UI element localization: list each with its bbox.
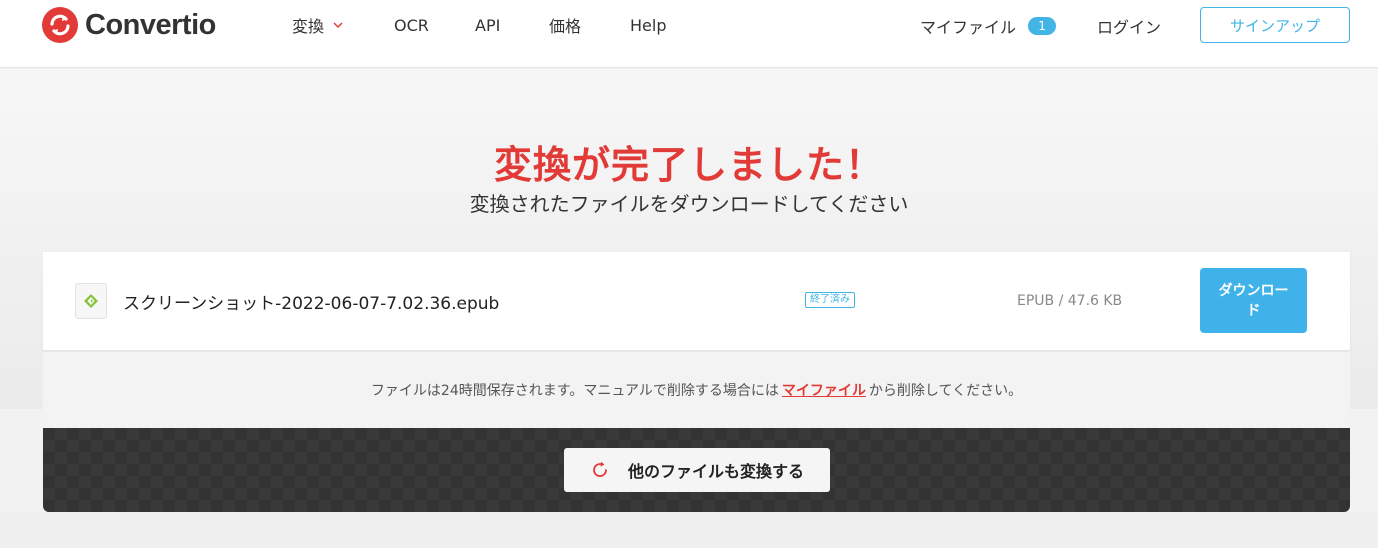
convert-more-button[interactable]: 他のファイルも変換する — [564, 448, 830, 492]
brand-name: Convertio — [85, 8, 216, 41]
nav-help[interactable]: Help — [630, 14, 666, 36]
page-title: 変換が完了しました！ — [493, 143, 884, 187]
convert-more-label: 他のファイルも変換する — [627, 462, 804, 481]
retention-notice: ファイルは24時間保存されます。マニュアルで削除する場合には マイファイル から… — [43, 352, 1350, 428]
status-badge: 終了済み — [805, 292, 855, 308]
top-navigation: Convertio 変換 OCR API 価格 Help マイファイル 1 ログ… — [0, 0, 1378, 68]
chevron-down-icon — [333, 22, 343, 29]
signup-button[interactable]: サインアップ — [1200, 7, 1350, 43]
epub-file-icon — [75, 283, 107, 319]
refresh-icon — [593, 461, 607, 477]
my-files-link[interactable]: マイファイル 1 — [920, 14, 1057, 38]
download-button[interactable]: ダウンロード — [1200, 268, 1307, 333]
nav-convert-label: 変換 — [292, 17, 325, 36]
nav-ocr[interactable]: OCR — [394, 14, 429, 36]
login-link[interactable]: ログイン — [1097, 14, 1161, 38]
page-bottom — [0, 512, 1378, 548]
nav-convert[interactable]: 変換 — [292, 14, 344, 36]
convert-more-panel: 他のファイルも変換する — [43, 428, 1350, 512]
convertio-logo-icon — [42, 7, 78, 43]
page-subtitle: 変換されたファイルをダウンロードしてください — [469, 192, 909, 216]
notice-text-after: から削除してください。 — [868, 383, 1023, 399]
file-meta: EPUB / 47.6 KB — [1017, 293, 1123, 309]
file-name: スクリーンショット-2022-06-07-7.02.36.epub — [123, 294, 500, 314]
my-files-count-badge: 1 — [1028, 17, 1057, 35]
nav-pricing[interactable]: 価格 — [549, 14, 581, 36]
file-row: スクリーンショット-2022-06-07-7.02.36.epub 終了済み E… — [43, 252, 1350, 350]
logo[interactable]: Convertio — [42, 7, 216, 43]
notice-text-before: ファイルは24時間保存されます。マニュアルで削除する場合には — [370, 383, 779, 399]
my-files-notice-link[interactable]: マイファイル — [782, 380, 866, 400]
nav-api[interactable]: API — [475, 14, 500, 36]
my-files-label: マイファイル — [920, 18, 1017, 37]
